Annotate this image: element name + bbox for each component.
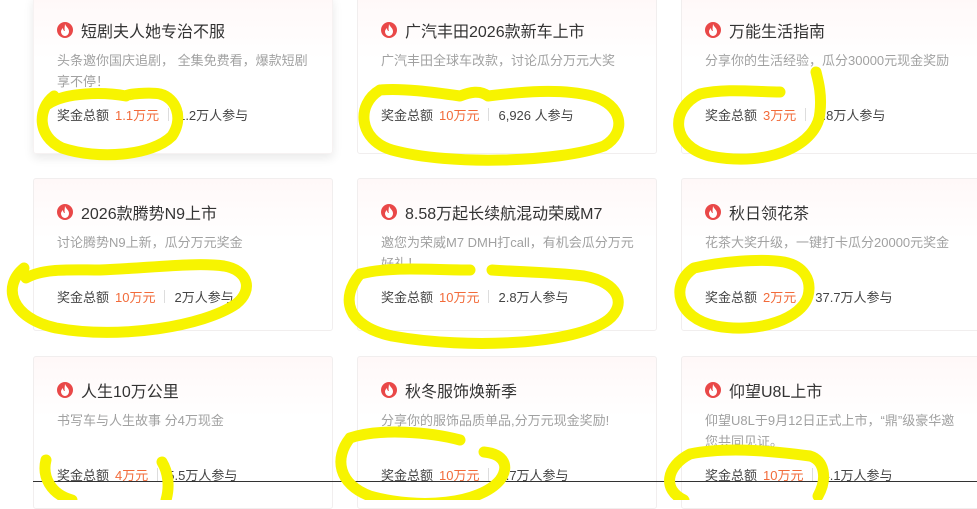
card-title: 短剧夫人她专治不服 [81,24,226,41]
flame-icon [381,22,397,38]
topic-card-9[interactable]: 仰望U8L上市 仰望U8L于9月12日正式上市，“鼎”级豪华邀您共同见证。 奖金… [681,356,977,509]
prize-amount: 10万元 [439,108,480,123]
divider [812,468,814,481]
prize-label: 奖金总额 [57,108,110,123]
divider [168,108,170,121]
card-title: 仰望U8L上市 [729,384,823,401]
divider [488,290,490,303]
card-description: 分享你的生活经验，瓜分30000元现金奖励 [705,53,950,68]
card-title: 8.58万起长续航混动荣威M7 [405,206,603,223]
card-description: 广汽丰田全球车改款，讨论瓜分万元大奖 [381,53,616,68]
topic-card-3[interactable]: 万能生活指南 分享你的生活经验，瓜分30000元现金奖励 奖金总额 3万元 6.8万… [681,0,977,154]
prize-label: 奖金总额 [381,290,434,305]
topic-card-7[interactable]: 人生10万公里 书写车与人生故事 分4万现金 奖金总额 4万元 5.5万人参与 [33,356,333,509]
card-description: 花茶大奖升级，一键打卡瓜分20000元奖金 [705,235,950,250]
participant-count: 2.8万人参与 [498,290,569,305]
topic-card-2[interactable]: 广汽丰田2026款新车上市 广汽丰田全球车改款，讨论瓜分万元大奖 奖金总额 10万… [357,0,657,154]
card-description: 头条邀你国庆追剧， 全集免费看，爆款短剧享不停！ [57,53,308,89]
card-title: 人生10万公里 [81,384,179,401]
prize-amount: 3万元 [763,108,797,123]
card-description: 邀您为荣威M7 DMH打call，有机会瓜分万元好礼！ [381,235,634,271]
prize-amount: 10万元 [439,290,480,305]
card-description: 讨论腾势N9上新，瓜分万元奖金 [57,235,243,250]
topic-card-6[interactable]: 秋日领花茶 花茶大奖升级，一键打卡瓜分20000元奖金 奖金总额 2万元 37.7万… [681,178,977,331]
participant-count: 6,926 人参与 [498,108,574,123]
flame-icon [57,22,73,38]
prize-amount: 2万元 [763,290,797,305]
prize-label: 奖金总额 [705,108,758,123]
prize-label: 奖金总额 [381,108,434,123]
prize-amount: 1.1万元 [115,108,160,123]
divider [805,108,807,121]
flame-icon [705,382,721,398]
participant-count: 1.2万人参与 [178,108,249,123]
card-description: 分享你的服饰品质单品,分万元现金奖励! [381,413,610,428]
flame-icon [57,204,73,220]
divider [805,290,807,303]
participant-count: 37.7万人参与 [815,290,893,305]
participant-count: 6.8万人参与 [815,108,886,123]
flame-icon [381,204,397,220]
prize-amount: 10万元 [115,290,156,305]
card-title: 秋冬服饰焕新季 [405,384,518,401]
prize-label: 奖金总额 [57,290,110,305]
flame-icon [705,204,721,220]
topic-card-4[interactable]: 2026款腾势N9上市 讨论腾势N9上新，瓜分万元奖金 奖金总额 10万元 2万人参… [33,178,333,331]
divider [488,468,490,481]
card-title: 广汽丰田2026款新车上市 [405,24,585,41]
divider [164,290,166,303]
flame-icon [381,382,397,398]
card-title: 万能生活指南 [729,24,826,41]
divider [157,468,159,481]
flame-icon [57,382,73,398]
card-description: 仰望U8L于9月12日正式上市，“鼎”级豪华邀您共同见证。 [705,413,955,449]
prize-label: 奖金总额 [705,290,758,305]
topic-card-1[interactable]: 短剧夫人她专治不服 头条邀你国庆追剧， 全集免费看，爆款短剧享不停！ 奖金总额 1… [33,0,333,154]
bottom-divider [33,481,977,482]
card-description: 书写车与人生故事 分4万现金 [57,413,224,428]
card-title: 2026款腾势N9上市 [81,206,218,223]
card-title: 秋日领花茶 [729,206,810,223]
topic-card-8[interactable]: 秋冬服饰焕新季 分享你的服饰品质单品,分万元现金奖励! 奖金总额 10万元 3.7万… [357,356,657,509]
flame-icon [705,22,721,38]
topic-card-5[interactable]: 8.58万起长续航混动荣威M7 邀您为荣威M7 DMH打call，有机会瓜分万元… [357,178,657,331]
participant-count: 2万人参与 [174,290,234,305]
divider [488,108,490,121]
